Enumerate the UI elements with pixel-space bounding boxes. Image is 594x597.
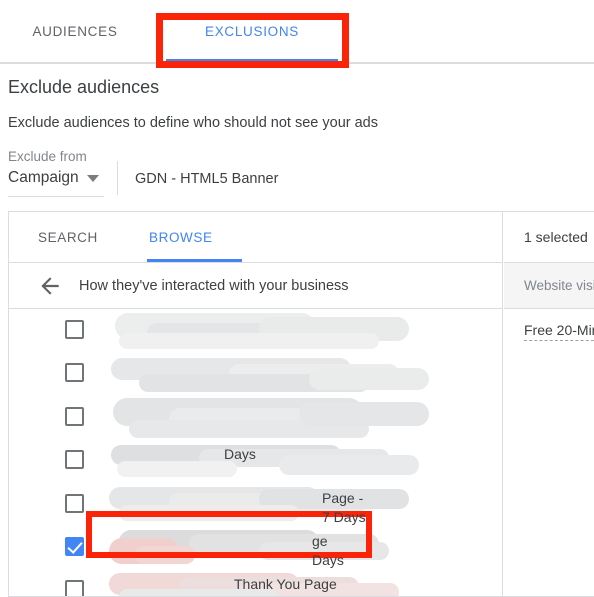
list-scrollbar-track[interactable] <box>493 309 502 596</box>
list-item-line1: ge <box>312 532 328 549</box>
redaction-smudge <box>259 317 409 341</box>
selected-item-label: Free 20-Min <box>524 322 594 341</box>
breadcrumb-label: How they've interacted with your busines… <box>79 277 349 294</box>
list-item[interactable]: Thank You Page <box>9 569 502 596</box>
tab-audiences[interactable]: AUDIENCES <box>8 0 142 62</box>
list-item-line2: 7 Days <box>322 508 366 525</box>
tab-browse[interactable]: BROWSE <box>149 212 213 262</box>
tab-bar-divider <box>0 62 594 64</box>
arrow-left-icon[interactable] <box>37 273 63 299</box>
list-item[interactable]: Days <box>9 439 502 482</box>
checkbox-unchecked[interactable] <box>65 406 84 426</box>
tab-search-label: SEARCH <box>38 229 98 245</box>
selection-group-label: Website visito <box>524 278 594 293</box>
page-subtitle: Exclude audiences to define who should n… <box>8 115 378 131</box>
tab-audiences-label: AUDIENCES <box>32 23 118 39</box>
redaction-smudge <box>147 323 327 343</box>
tab-exclusions-label: EXCLUSIONS <box>204 23 300 39</box>
redaction-smudge <box>109 486 319 509</box>
redaction-smudge <box>279 455 419 476</box>
selected-count-label: 1 selected <box>524 229 588 245</box>
top-tab-bar: AUDIENCES EXCLUSIONS <box>0 0 594 64</box>
selection-pane: 1 selected Website visito Free 20-Min <box>504 212 594 596</box>
redaction-smudge <box>189 533 379 554</box>
redaction-smudge <box>119 529 319 554</box>
redaction-smudge <box>113 397 363 426</box>
selected-item[interactable]: Free 20-Min <box>504 309 594 353</box>
list-item-label: Thank You Page <box>234 575 337 594</box>
list-item[interactable] <box>9 396 502 439</box>
redaction-smudge <box>229 364 399 385</box>
campaign-name: GDN - HTML5 Banner <box>135 171 279 187</box>
redaction-smudge <box>299 401 429 426</box>
tab-exclusions[interactable]: EXCLUSIONS <box>164 0 340 62</box>
list-item[interactable]: ge Days <box>9 526 502 570</box>
list-item-line1: Page - <box>322 489 364 506</box>
list-item-label: ge Days <box>312 532 344 570</box>
tab-browse-label: BROWSE <box>149 229 213 245</box>
redaction-smudge <box>115 313 315 339</box>
list-item-line2: Days <box>312 551 344 568</box>
redaction-smudge <box>119 333 379 349</box>
audience-list[interactable]: Days Page - 7 Days ge Days Thank You Page <box>9 309 502 596</box>
active-subtab-indicator <box>147 259 242 262</box>
redaction-smudge <box>111 358 351 381</box>
redaction-smudge <box>117 461 237 478</box>
tab-search[interactable]: SEARCH <box>38 212 98 262</box>
breadcrumb: How they've interacted with your busines… <box>9 263 502 309</box>
checkbox-checked[interactable] <box>65 536 84 556</box>
chevron-down-icon <box>86 174 99 182</box>
redaction-smudge <box>129 419 369 438</box>
selected-count: 1 selected <box>504 212 594 263</box>
vertical-divider <box>117 161 118 195</box>
redaction-smudge <box>309 368 429 391</box>
list-item[interactable]: Page - 7 Days <box>9 483 502 527</box>
picker-left-pane: SEARCH BROWSE How they've interacted wit… <box>9 212 503 596</box>
exclude-from-select[interactable]: Campaign <box>8 166 104 190</box>
exclude-from-label: Exclude from <box>8 149 87 164</box>
redaction-smudge <box>169 407 369 430</box>
list-item-line1: Thank You Page <box>234 576 337 593</box>
checkbox-unchecked[interactable] <box>65 580 84 596</box>
redaction-smudge <box>109 537 179 564</box>
redaction-smudge <box>139 374 369 393</box>
redaction-smudge <box>119 504 299 521</box>
list-item-label: Page - 7 Days <box>322 489 366 527</box>
audience-picker-panel: SEARCH BROWSE How they've interacted wit… <box>8 211 594 597</box>
checkbox-unchecked[interactable] <box>65 450 84 470</box>
list-item-label: Days <box>224 445 256 464</box>
list-item[interactable] <box>9 309 502 352</box>
picker-sub-tabs: SEARCH BROWSE <box>9 212 502 263</box>
checkbox-unchecked[interactable] <box>65 320 84 339</box>
page-title: Exclude audiences <box>8 77 160 97</box>
list-item[interactable] <box>9 352 502 395</box>
checkbox-unchecked[interactable] <box>65 493 84 513</box>
redaction-smudge <box>135 545 195 564</box>
checkbox-unchecked[interactable] <box>65 363 84 383</box>
selection-group-header: Website visito <box>504 263 594 309</box>
exclude-from-selected-value: Campaign <box>8 169 79 186</box>
select-underline <box>8 196 104 197</box>
list-item-line2: Days <box>224 446 256 463</box>
